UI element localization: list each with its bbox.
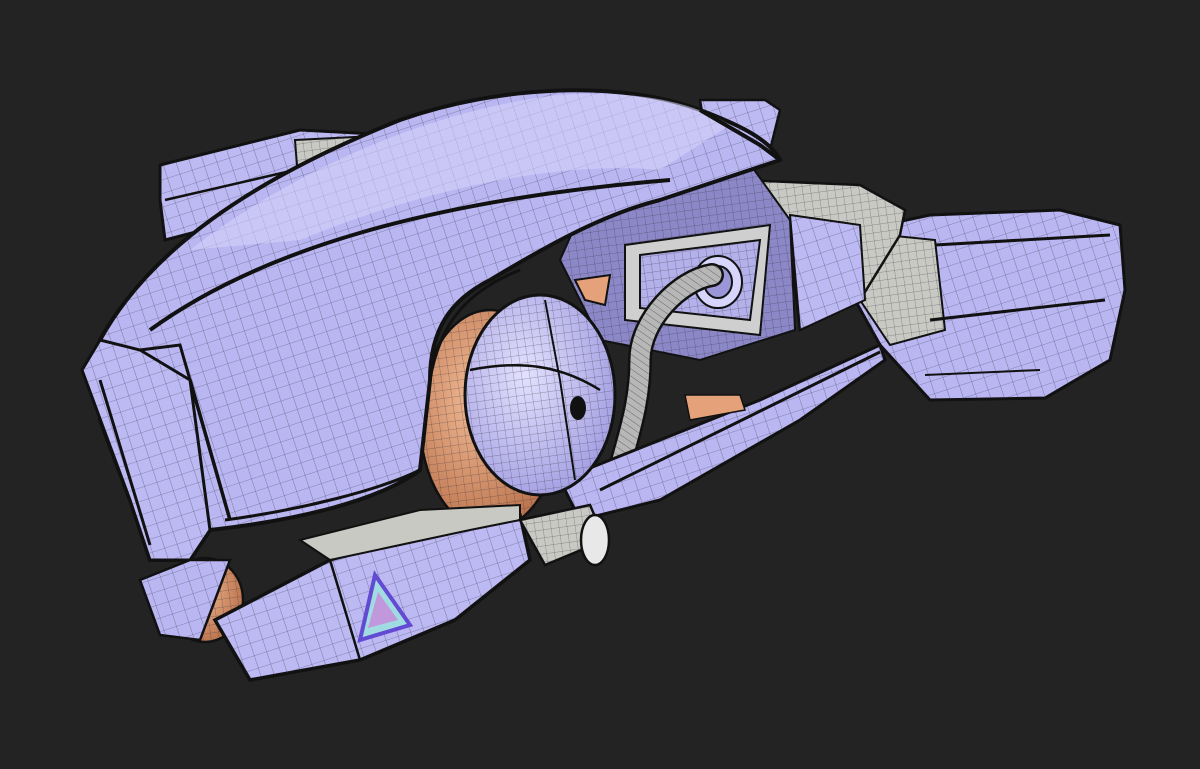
lower-front-panel [212,503,532,682]
core-sphere [463,293,617,497]
wireframe-model-render [80,88,1127,682]
3d-viewport[interactable] [0,0,1200,769]
side-cylinder [518,503,611,567]
